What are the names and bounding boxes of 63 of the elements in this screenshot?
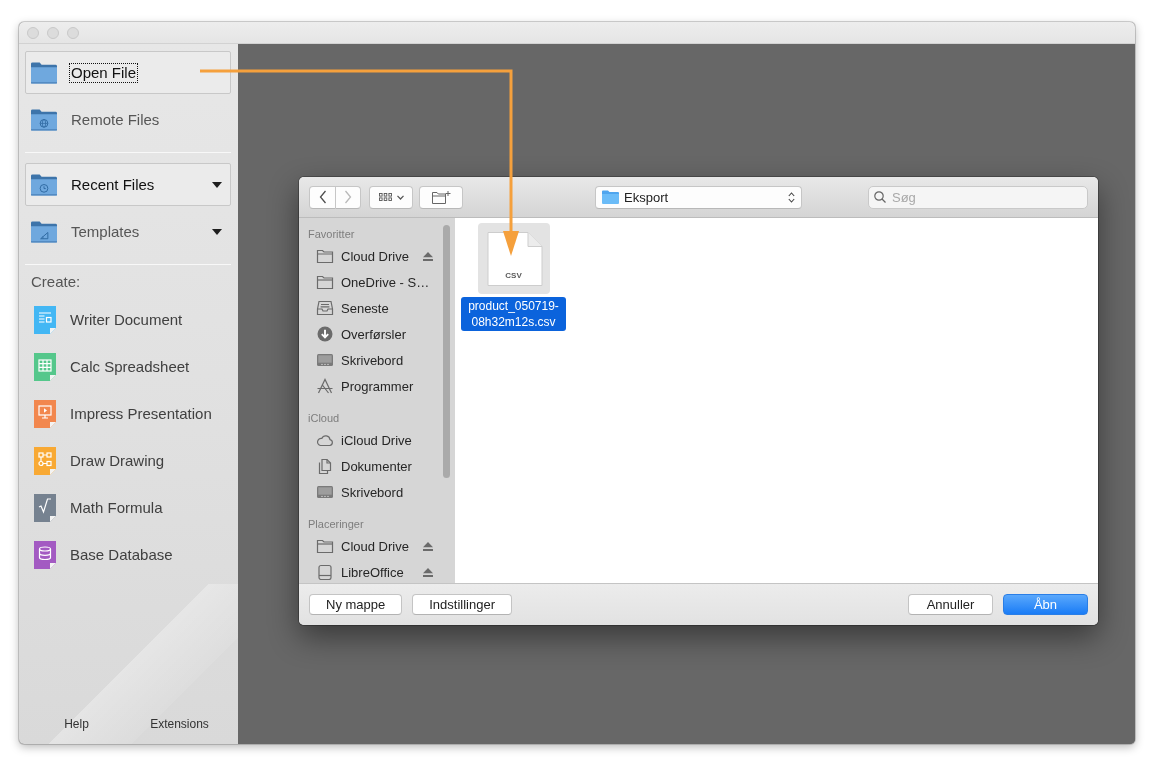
create-document-button[interactable]: Draw Drawing [25, 437, 231, 484]
dialog-button[interactable]: Indstillinger [412, 594, 512, 615]
sidebar-item[interactable]: OneDrive - S… [299, 269, 455, 295]
updown-chevron-icon [788, 191, 795, 203]
open-file-button[interactable]: Open File [25, 51, 231, 94]
sidebar-section-heading: Placeringer [307, 517, 365, 532]
sidebar-section-heading: iCloud [307, 411, 341, 426]
chevron-right-icon [344, 190, 352, 204]
folder-icon [316, 274, 334, 290]
create-document-button[interactable]: Impress Presentation [25, 390, 231, 437]
documents-icon [316, 458, 334, 474]
folder-plus-icon [431, 190, 451, 204]
recent-files-button[interactable]: Recent Files [25, 163, 231, 206]
new-folder-button[interactable] [419, 185, 463, 209]
sidebar-item[interactable]: Cloud Drive [299, 243, 455, 269]
sidebar-item[interactable]: Programmer [299, 373, 455, 399]
footer-button[interactable]: Help [25, 704, 128, 744]
eject-icon[interactable] [423, 567, 433, 577]
create-document-button[interactable]: Base Database [25, 531, 231, 578]
create-heading: Create: [31, 273, 81, 291]
chevron-left-icon [318, 190, 327, 204]
view-options-button[interactable] [369, 185, 413, 209]
chevron-down-icon [396, 194, 404, 200]
location-popup[interactable]: Eksport [595, 185, 802, 209]
sidebar-item[interactable]: Cloud Drive [299, 533, 455, 559]
folder-icon [316, 248, 334, 264]
grid-icon [378, 193, 392, 201]
search-field[interactable]: Søg [868, 185, 1088, 209]
monitor-icon [316, 352, 334, 368]
dialog-button[interactable]: Annuller [908, 594, 993, 615]
sidebar-item[interactable]: Seneste [299, 295, 455, 321]
cloud-icon [316, 432, 334, 448]
search-icon [874, 190, 886, 203]
footer-button[interactable]: Extensions [128, 704, 231, 744]
eject-icon[interactable] [423, 251, 433, 261]
clock-folder-icon [31, 173, 57, 196]
file-type-label: CSV [504, 271, 523, 280]
sidebar-item[interactable]: Dokumenter [299, 453, 455, 479]
create-document-button[interactable]: Writer Document [25, 296, 231, 343]
dialog-button[interactable]: Ny mappe [309, 594, 403, 615]
monitor-icon [316, 484, 334, 500]
file-name-label[interactable]: product_050719-08h32m12s.csv [461, 297, 566, 331]
create-document-button[interactable]: Math Formula [25, 484, 231, 531]
folder-icon [602, 190, 619, 204]
drive-icon [316, 564, 334, 580]
globe-folder-icon [31, 108, 57, 131]
back-button[interactable] [309, 185, 336, 209]
templates-button[interactable]: Templates [25, 210, 231, 253]
download-icon [316, 326, 334, 342]
drawing-compass-icon [316, 378, 334, 394]
scrollbar-thumb[interactable] [443, 225, 450, 478]
ruler-folder-icon [31, 220, 57, 243]
tray-icon [316, 300, 334, 316]
sidebar-item[interactable]: Skrivebord [299, 479, 455, 505]
sidebar-section-heading: Favoritter [307, 227, 356, 242]
sidebar-item[interactable]: iCloud Drive [299, 427, 455, 453]
sidebar-item[interactable]: LibreOffice [299, 559, 455, 583]
folder-icon [31, 61, 57, 84]
create-document-button[interactable]: Calc Spreadsheet [25, 343, 231, 390]
remote-files-button[interactable]: Remote Files [25, 98, 231, 141]
file-thumbnail[interactable]: CSV [477, 223, 550, 294]
folder-icon [316, 538, 334, 554]
eject-icon[interactable] [423, 541, 433, 551]
